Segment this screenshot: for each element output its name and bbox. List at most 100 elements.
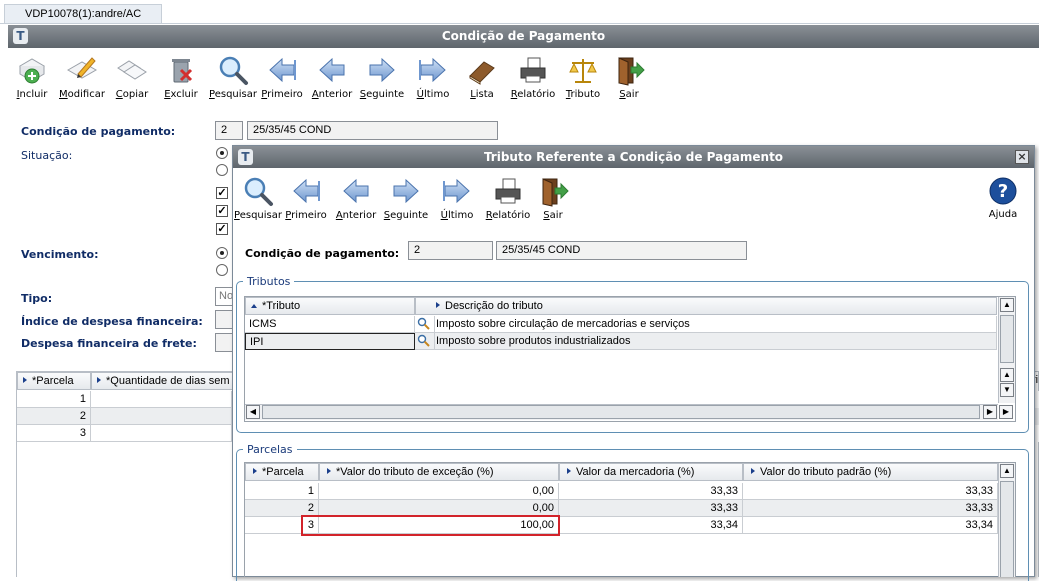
main-lista-button[interactable]: Lista <box>458 54 506 100</box>
parcelas-row-3-padrao[interactable]: 33,34 <box>743 517 998 534</box>
main-modificar-button[interactable]: Modificar <box>58 54 106 100</box>
tributos-row-2-lookup[interactable] <box>415 333 435 350</box>
dialog-sair-button[interactable]: Sair <box>529 175 577 221</box>
first-icon <box>293 178 320 204</box>
dialog-pesquisar-button[interactable]: Pesquisar <box>234 175 282 221</box>
parcelas-row-3-mercadoria[interactable]: 33,34 <box>559 517 743 534</box>
tributos-hscroll-thumb[interactable] <box>262 405 980 419</box>
main-ultimo-button[interactable]: Último <box>409 54 457 100</box>
main-sair-button[interactable]: Sair <box>605 54 653 100</box>
dialog-seguinte-button[interactable]: Seguinte <box>382 175 430 221</box>
previous-icon <box>319 57 345 83</box>
tab-divider <box>0 23 1039 24</box>
tributos-scroll-down-icon[interactable]: ▼ <box>1000 383 1014 397</box>
main-grid-row-2-parcela[interactable]: 2 <box>17 408 91 425</box>
parcelas-header-padrao[interactable]: Valor do tributo padrão (%) <box>743 463 998 481</box>
situacao-radio-2[interactable] <box>216 164 228 176</box>
parcelas-row-1-mercadoria[interactable]: 33,33 <box>559 483 743 500</box>
dialog-ultimo-button[interactable]: Último <box>433 175 481 221</box>
parcelas-group-title: Parcelas <box>243 443 297 456</box>
parcelas-header-excecao[interactable]: *Valor do tributo de exceção (%) <box>319 463 559 481</box>
tributos-row-1-lookup[interactable] <box>415 316 435 333</box>
main-incluir-button[interactable]: Incluir <box>8 54 56 100</box>
main-grid-row-1-parcela[interactable]: 1 <box>17 391 91 408</box>
main-tributo-button[interactable]: Tributo <box>559 54 607 100</box>
tributos-scroll-thumb[interactable] <box>1000 315 1014 363</box>
main-lista-label: Lista <box>470 89 494 100</box>
main-grid-header-parcela[interactable]: *Parcela <box>17 372 91 390</box>
main-copiar-button[interactable]: Copiar <box>108 54 156 100</box>
lookup-icon <box>417 334 430 347</box>
main-grid-row-1-dias[interactable] <box>91 391 232 408</box>
main-grid-row-3-parcela[interactable]: 3 <box>17 425 91 442</box>
condicao-desc-field[interactable]: 25/35/45 COND <box>247 121 498 140</box>
search-icon <box>244 177 273 206</box>
dialog-primeiro-button[interactable]: Primeiro <box>282 175 330 221</box>
main-grid-row-2-dias[interactable] <box>91 408 232 425</box>
situacao-radio-1[interactable] <box>216 147 228 159</box>
tributos-row-2-descricao[interactable]: Imposto sobre produtos industrializados <box>435 333 997 350</box>
dialog-label-condicao: Condição de pagamento: <box>245 247 400 260</box>
main-seguinte-button[interactable]: Seguinte <box>358 54 406 100</box>
dialog-primeiro-label: Primeiro <box>285 210 327 221</box>
condicao-code-field[interactable]: 2 <box>215 121 243 140</box>
main-ultimo-label: Último <box>416 89 450 100</box>
help-button[interactable]: ? Ajuda <box>985 176 1021 220</box>
parcelas-row-1-excecao[interactable]: 0,00 <box>319 483 559 500</box>
printer-icon <box>520 57 546 83</box>
dialog-anterior-button[interactable]: Anterior <box>332 175 380 221</box>
next-icon <box>393 178 419 204</box>
main-grid-header-dias[interactable]: *Quantidade de dias sem <box>91 372 241 390</box>
parcelas-row-1-parcela[interactable]: 1 <box>245 483 319 500</box>
tributos-scroll-up2-icon[interactable]: ▲ <box>1000 368 1014 382</box>
tributos-row-1-descricao[interactable]: Imposto sobre circulação de mercadorias … <box>435 316 997 333</box>
main-pesquisar-button[interactable]: Pesquisar <box>209 54 257 100</box>
parcelas-row-2-padrao[interactable]: 33,33 <box>743 500 998 517</box>
dialog-sair-label: Sair <box>543 210 563 221</box>
option-checkbox-3[interactable]: ✓ <box>216 223 228 235</box>
dialog-condicao-desc[interactable]: 25/35/45 COND <box>496 241 747 260</box>
window-tab[interactable]: VDP10078(1):andre/AC <box>4 4 162 23</box>
dialog-condicao-code[interactable]: 2 <box>408 241 493 260</box>
tributos-header-descricao[interactable]: Descrição do tributo <box>415 297 997 315</box>
tributos-scroll-up-icon[interactable]: ▲ <box>1000 298 1014 312</box>
exit-door-icon <box>618 57 645 86</box>
parcelas-row-1-padrao[interactable]: 33,33 <box>743 483 998 500</box>
main-primeiro-button[interactable]: Primeiro <box>258 54 306 100</box>
main-relatorio-label: Relatório <box>510 89 556 100</box>
dialog-anterior-label: Anterior <box>335 210 377 221</box>
dialog-titlebar: T Tributo Referente a Condição de Pagame… <box>233 146 1034 168</box>
add-icon <box>19 58 45 84</box>
parcelas-header-parcela[interactable]: *Parcela <box>245 463 319 481</box>
vencimento-radio-2[interactable] <box>216 264 228 276</box>
copy-icon <box>117 60 147 80</box>
parcelas-row-2-mercadoria[interactable]: 33,33 <box>559 500 743 517</box>
parcelas-scroll-thumb[interactable] <box>1000 481 1014 577</box>
label-indice: Índice de despesa financeira: <box>21 315 203 328</box>
tributos-row-1-tributo[interactable]: ICMS <box>245 316 415 333</box>
option-checkbox-1[interactable]: ✓ <box>216 187 228 199</box>
parcelas-scroll-up-icon[interactable]: ▲ <box>1000 464 1014 478</box>
main-anterior-button[interactable]: Anterior <box>308 54 356 100</box>
dialog-ultimo-label: Último <box>440 210 474 221</box>
main-grid-row-3-dias[interactable] <box>91 425 232 442</box>
main-pesquisar-label: Pesquisar <box>209 89 257 100</box>
last-icon <box>419 57 446 83</box>
main-copiar-label: Copiar <box>115 89 149 100</box>
tributos-scroll-right-icon[interactable]: ▶ <box>983 405 997 419</box>
vencimento-radio-1[interactable] <box>216 247 228 259</box>
main-modificar-label: Modificar <box>59 89 105 100</box>
main-anterior-label: Anterior <box>311 89 353 100</box>
tributos-scroll-left-icon[interactable]: ◀ <box>246 405 260 419</box>
option-checkbox-2[interactable]: ✓ <box>216 205 228 217</box>
dialog-relatorio-button[interactable]: Relatório <box>484 175 532 221</box>
main-window-title: Condição de Pagamento <box>441 29 606 43</box>
parcelas-header-mercadoria[interactable]: Valor da mercadoria (%) <box>559 463 743 481</box>
main-excluir-button[interactable]: Excluir <box>157 54 205 100</box>
dialog-close-button[interactable]: × <box>1015 150 1029 164</box>
tributos-row-2-tributo[interactable]: IPI <box>245 333 415 350</box>
main-relatorio-button[interactable]: Relatório <box>509 54 557 100</box>
tributos-header-tributo[interactable]: *Tributo <box>245 297 415 315</box>
dialog-pesquisar-label: Pesquisar <box>234 210 282 221</box>
tributos-scroll-right2-icon[interactable]: ▶ <box>999 405 1013 419</box>
